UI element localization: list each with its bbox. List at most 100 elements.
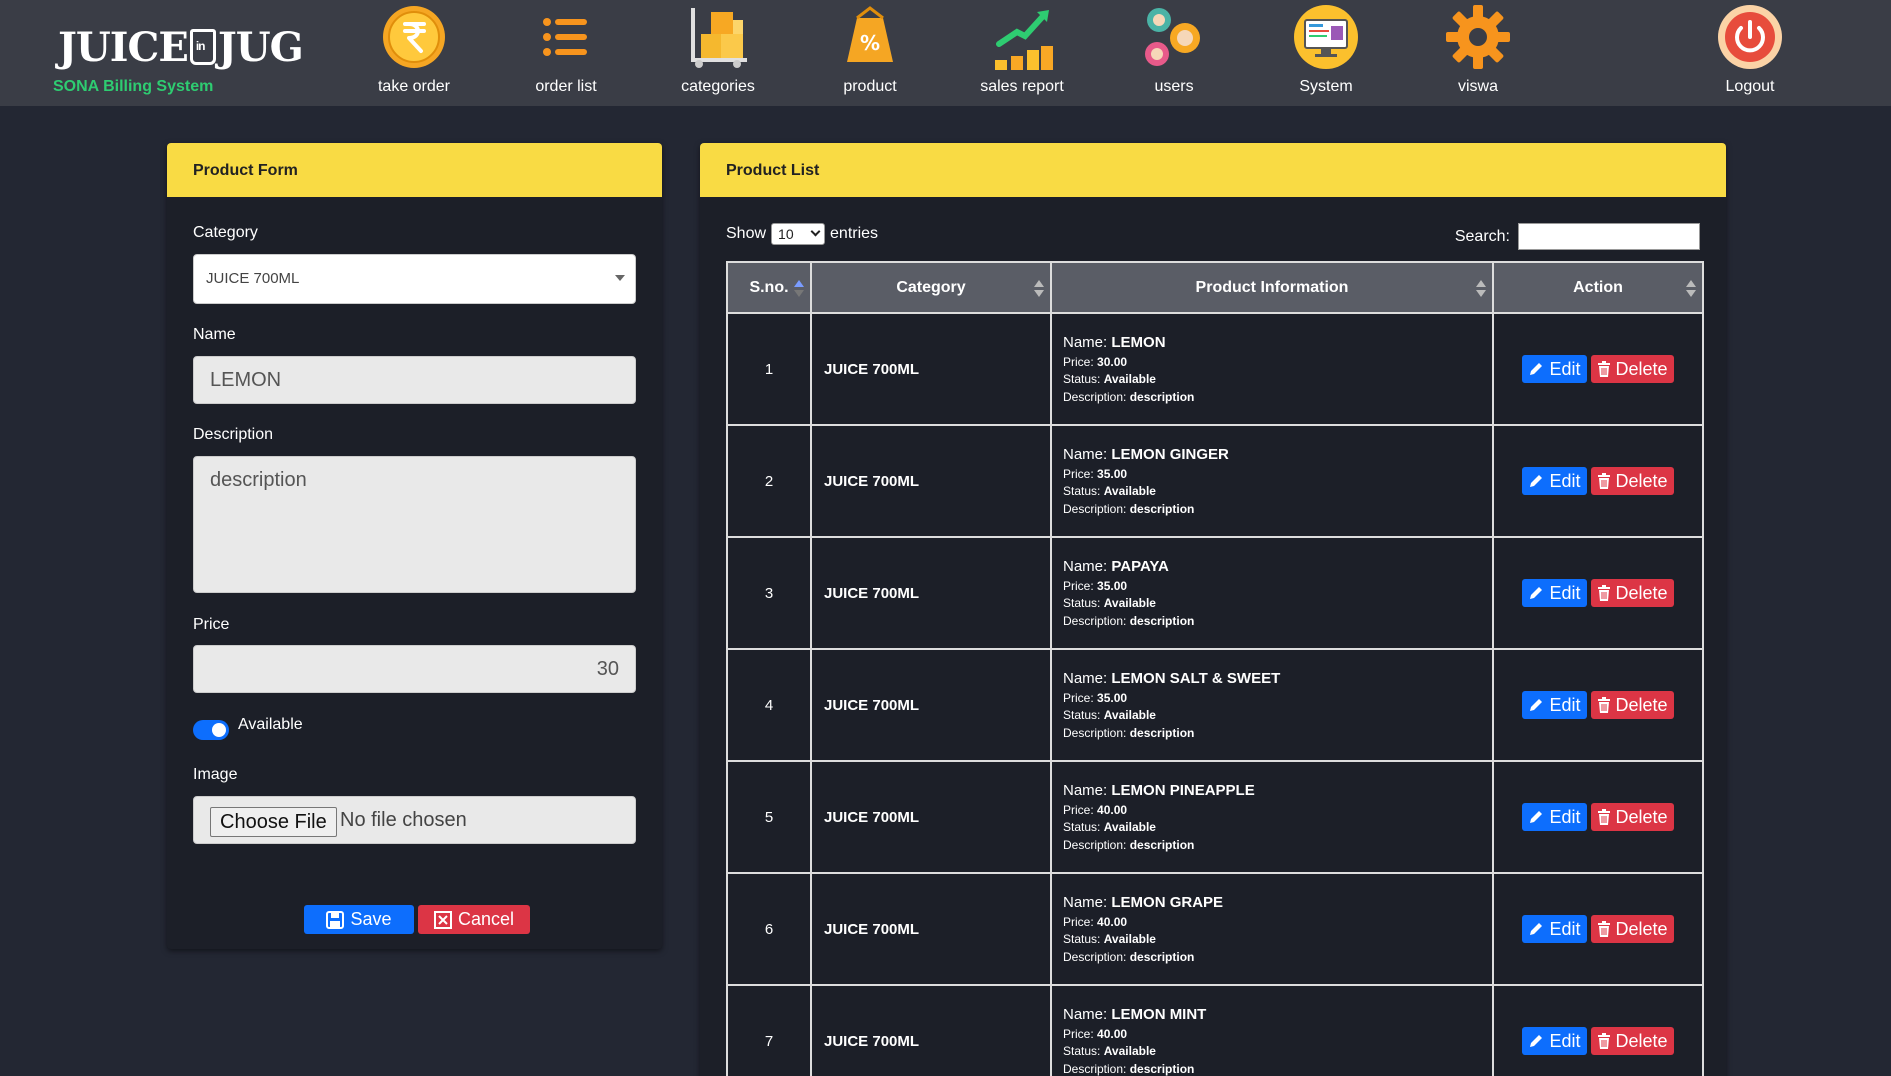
delete-label: Delete: [1615, 470, 1668, 491]
edit-button[interactable]: Edit: [1522, 467, 1587, 495]
search-label: Search:: [1454, 227, 1510, 245]
info-price-line: Price: 30.00: [1063, 354, 1492, 371]
cell-actions: Edit Delete: [1492, 312, 1704, 426]
edit-button[interactable]: Edit: [1522, 579, 1587, 607]
column-header-category[interactable]: Category: [810, 261, 1052, 314]
column-header-action[interactable]: Action: [1492, 261, 1704, 314]
nav-logout[interactable]: Logout: [1690, 4, 1810, 100]
delete-button[interactable]: Delete: [1590, 579, 1674, 607]
nav-label: System: [1299, 78, 1353, 95]
nav-users[interactable]: users: [1114, 4, 1234, 100]
info-description-line: Description: description: [1063, 501, 1492, 518]
save-button[interactable]: Save: [304, 905, 414, 934]
product-list-card: Product List Show 10 entries Search: S.n…: [700, 143, 1726, 1076]
growth-chart-icon: [989, 4, 1055, 70]
pencil-icon: [1530, 475, 1543, 487]
info-name-label: Name:: [1063, 670, 1108, 688]
table-row: 3 JUICE 700ML Name: PAPAYA Price: 35.00 Stat…: [726, 536, 1704, 650]
info-price-label: Price:: [1063, 690, 1094, 705]
cell-product-info: Name: LEMON GRAPE Price: 40.00 Status: Ava…: [1050, 872, 1494, 986]
info-name-label: Name:: [1063, 334, 1108, 352]
info-description-line: Description: description: [1063, 613, 1492, 630]
search-input[interactable]: [1518, 223, 1700, 250]
description-textarea[interactable]: description: [193, 456, 636, 593]
save-label: Save: [350, 909, 392, 929]
cell-category: JUICE 700ML: [810, 872, 1052, 986]
delete-button[interactable]: Delete: [1590, 803, 1674, 831]
product-description: description: [1129, 837, 1195, 852]
nav-categories[interactable]: categories: [658, 4, 778, 100]
cell-actions: Edit Delete: [1492, 536, 1704, 650]
nav-system[interactable]: System: [1266, 4, 1386, 100]
cancel-button[interactable]: Cancel: [418, 905, 530, 934]
info-description-label: Description:: [1063, 613, 1127, 628]
edit-button[interactable]: Edit: [1522, 691, 1587, 719]
category-select-value: JUICE 700ML: [206, 270, 300, 287]
product-form-card: Product Form Category JUICE 700ML Name L…: [167, 143, 662, 949]
info-name-label: Name:: [1063, 558, 1108, 576]
pencil-icon: [1530, 1035, 1543, 1047]
edit-button[interactable]: Edit: [1522, 915, 1587, 943]
delete-button[interactable]: Delete: [1590, 915, 1674, 943]
product-price: 30.00: [1097, 354, 1128, 369]
delete-button[interactable]: Delete: [1590, 467, 1674, 495]
edit-label: Edit: [1549, 694, 1581, 715]
info-description-label: Description:: [1063, 501, 1127, 516]
info-description-label: Description:: [1063, 837, 1127, 852]
info-status-line: Status: Available: [1063, 483, 1492, 500]
sort-icon: [1034, 280, 1044, 298]
price-input[interactable]: 30: [193, 645, 636, 693]
available-toggle[interactable]: [193, 720, 229, 740]
trash-icon: [1597, 697, 1610, 713]
price-label: Price: [193, 616, 230, 633]
delete-button[interactable]: Delete: [1590, 1027, 1674, 1055]
edit-button[interactable]: Edit: [1522, 1027, 1587, 1055]
table-row: 4 JUICE 700ML Name: LEMON SALT & SWEET Pric…: [726, 648, 1704, 762]
edit-button[interactable]: Edit: [1522, 355, 1587, 383]
chevron-down-icon: [810, 226, 821, 237]
column-header-sno[interactable]: S.no.: [726, 261, 812, 314]
entries-label: entries: [830, 225, 879, 242]
choose-file-button[interactable]: Choose File: [210, 807, 337, 837]
category-select[interactable]: JUICE 700ML: [193, 254, 636, 304]
cell-category: JUICE 700ML: [810, 536, 1052, 650]
product-form-title: Product Form: [167, 143, 662, 197]
table-row: 5 JUICE 700ML Name: LEMON PINEAPPLE Price: …: [726, 760, 1704, 874]
nav-sales-report[interactable]: sales report: [962, 4, 1082, 100]
info-status-line: Status: Available: [1063, 371, 1492, 388]
nav-product[interactable]: % product: [810, 4, 930, 100]
product-status: Available: [1103, 708, 1156, 723]
product-description: description: [1129, 501, 1195, 516]
cell-sno: 2: [726, 424, 812, 538]
info-status-label: Status:: [1063, 596, 1101, 611]
brand[interactable]: JUICEJUG SONA Billing System: [52, 12, 304, 98]
edit-button[interactable]: Edit: [1522, 803, 1587, 831]
page-length-value: 10: [778, 226, 794, 242]
cell-category: JUICE 700ML: [810, 760, 1052, 874]
available-label: Available: [238, 716, 303, 733]
column-header-product-info[interactable]: Product Information: [1050, 261, 1494, 314]
image-file-input[interactable]: Choose File No file chosen: [193, 796, 636, 844]
product-price: 35.00: [1097, 466, 1128, 481]
product-name: LEMON: [1111, 334, 1166, 352]
cell-category: JUICE 700ML: [810, 984, 1052, 1076]
delete-label: Delete: [1615, 358, 1668, 379]
nav-order-list[interactable]: order list: [506, 4, 626, 100]
name-input[interactable]: LEMON: [193, 356, 636, 404]
cell-sno: 4: [726, 648, 812, 762]
info-price-line: Price: 35.00: [1063, 466, 1492, 483]
nav-label: Logout: [1725, 78, 1775, 95]
delete-button[interactable]: Delete: [1590, 355, 1674, 383]
delete-label: Delete: [1615, 806, 1668, 827]
product-name: PAPAYA: [1111, 558, 1169, 576]
nav-viswa[interactable]: viswa: [1418, 4, 1538, 100]
action-buttons: Edit Delete: [1494, 803, 1702, 831]
power-icon: [1717, 4, 1783, 70]
delete-button[interactable]: Delete: [1590, 691, 1674, 719]
page-length-select[interactable]: 10: [771, 223, 826, 245]
info-price-line: Price: 35.00: [1063, 690, 1492, 707]
nav-label: viswa: [1457, 78, 1498, 95]
table-search: Search:: [1455, 223, 1700, 250]
info-price-line: Price: 40.00: [1063, 914, 1492, 931]
nav-take-order[interactable]: take order: [354, 4, 474, 100]
